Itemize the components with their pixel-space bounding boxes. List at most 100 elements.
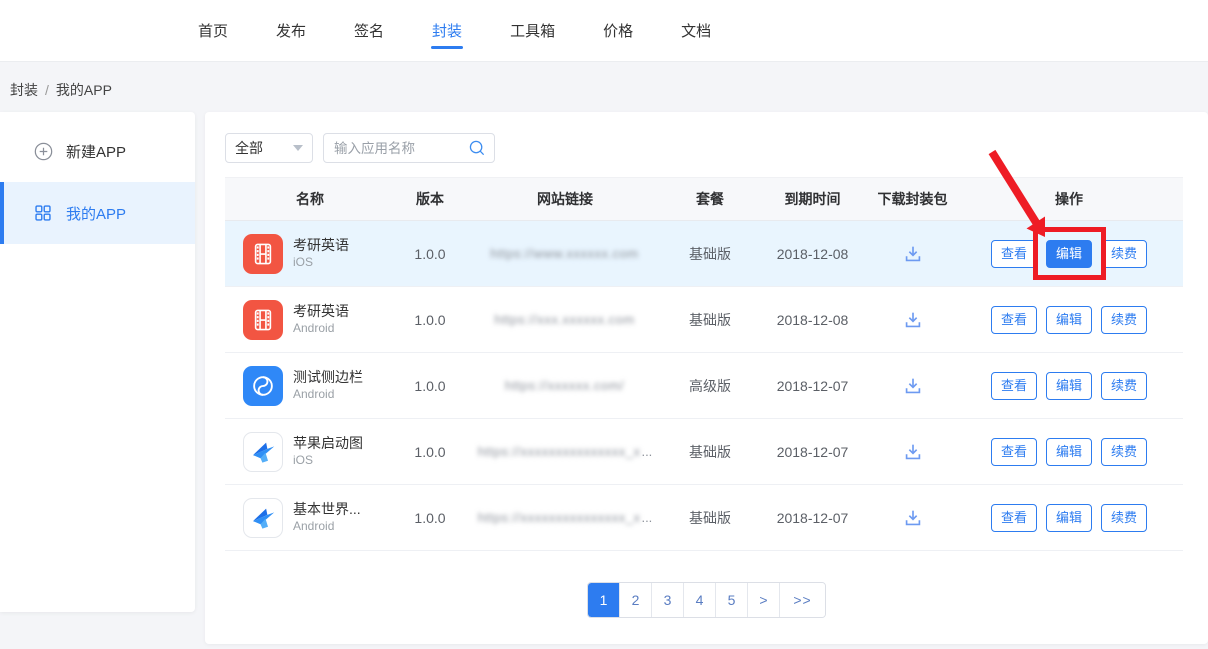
app-version: 1.0.0 xyxy=(395,312,465,328)
s-circle-icon xyxy=(243,366,283,406)
category-dropdown[interactable]: 全部 xyxy=(225,133,313,163)
category-dropdown-value: 全部 xyxy=(235,138,263,158)
app-link: https://xxxxxx.com/ xyxy=(465,378,665,393)
nav-item-package[interactable]: 封装 xyxy=(432,0,462,62)
app-link-blurred: https://xxxxxxxxxxxxxxx_x xyxy=(478,510,641,525)
view-button[interactable]: 查看 xyxy=(991,438,1037,466)
view-button[interactable]: 查看 xyxy=(991,240,1037,268)
view-button[interactable]: 查看 xyxy=(991,306,1037,334)
table-row: 基本世界... Android 1.0.0 https://xxxxxxxxxx… xyxy=(225,485,1183,551)
search-icon[interactable] xyxy=(468,139,486,157)
app-name: 苹果启动图 xyxy=(293,435,363,453)
app-platform: iOS xyxy=(293,453,363,468)
app-platform: iOS xyxy=(293,255,349,270)
app-expiry: 2018-12-07 xyxy=(755,444,870,460)
breadcrumb: 封装 / 我的APP xyxy=(10,80,112,100)
app-platform: Android xyxy=(293,321,349,336)
table-row: 测试侧边栏 Android 1.0.0 https://xxxxxx.com/ … xyxy=(225,353,1183,419)
col-actions: 操作 xyxy=(955,189,1183,209)
breadcrumb-separator: / xyxy=(45,82,49,98)
app-link: https://xxxxxxxxxxxxxxx_x... xyxy=(465,510,665,525)
sidebar-item-label: 新建APP xyxy=(66,141,126,162)
page-3[interactable]: 3 xyxy=(652,583,684,617)
renew-button[interactable]: 续费 xyxy=(1101,438,1147,466)
col-plan: 套餐 xyxy=(665,189,755,209)
renew-button[interactable]: 续费 xyxy=(1101,372,1147,400)
app-link-blurred: https://xxxxxx.com/ xyxy=(505,378,624,393)
app-version: 1.0.0 xyxy=(395,378,465,394)
app-link-blurred: https://www.xxxxxx.com xyxy=(490,246,638,261)
download-tray-icon[interactable] xyxy=(900,440,926,464)
download-tray-icon[interactable] xyxy=(900,374,926,398)
top-navigation: 首页 发布 签名 封装 工具箱 价格 文档 xyxy=(0,0,1208,62)
grid-icon xyxy=(33,203,53,223)
app-expiry: 2018-12-08 xyxy=(755,246,870,262)
app-version: 1.0.0 xyxy=(395,444,465,460)
app-link-suffix: ... xyxy=(641,510,652,525)
nav-item-signature[interactable]: 签名 xyxy=(354,0,384,62)
nav-item-toolbox[interactable]: 工具箱 xyxy=(510,0,555,62)
col-version: 版本 xyxy=(395,189,465,209)
app-version: 1.0.0 xyxy=(395,246,465,262)
page-4[interactable]: 4 xyxy=(684,583,716,617)
download-tray-icon[interactable] xyxy=(900,308,926,332)
col-link: 网站链接 xyxy=(465,189,665,209)
view-button[interactable]: 查看 xyxy=(991,372,1037,400)
renew-button[interactable]: 续费 xyxy=(1101,504,1147,532)
search-box xyxy=(323,133,495,163)
app-link-blurred: https://xxx.xxxxxx.com xyxy=(494,312,634,327)
app-version: 1.0.0 xyxy=(395,510,465,526)
edit-button[interactable]: 编辑 xyxy=(1046,438,1092,466)
renew-button[interactable]: 续费 xyxy=(1101,240,1147,268)
paper-bird-icon xyxy=(243,432,283,472)
sidebar-item-my-app[interactable]: 我的APP xyxy=(0,182,195,244)
app-plan: 基础版 xyxy=(665,508,755,528)
app-platform: Android xyxy=(293,387,363,402)
renew-button[interactable]: 续费 xyxy=(1101,306,1147,334)
download-tray-icon[interactable] xyxy=(900,242,926,266)
sidebar-item-label: 我的APP xyxy=(66,203,126,224)
sidebar: 新建APP 我的APP xyxy=(0,112,195,612)
nav-item-home[interactable]: 首页 xyxy=(198,0,228,62)
edit-button[interactable]: 编辑 xyxy=(1046,306,1092,334)
page-5[interactable]: 5 xyxy=(716,583,748,617)
table-row: 苹果启动图 iOS 1.0.0 https://xxxxxxxxxxxxxxx_… xyxy=(225,419,1183,485)
last-page-button[interactable]: >> xyxy=(780,583,825,617)
page-1[interactable]: 1 xyxy=(588,583,620,617)
app-link-suffix: ... xyxy=(641,444,652,459)
app-name: 考研英语 xyxy=(293,303,349,321)
page-2[interactable]: 2 xyxy=(620,583,652,617)
app-table: 名称 版本 网站链接 套餐 到期时间 下载封装包 操作 考研英语 iOS 1.0… xyxy=(225,177,1183,551)
download-tray-icon[interactable] xyxy=(900,506,926,530)
app-platform: Android xyxy=(293,519,361,534)
edit-button[interactable]: 编辑 xyxy=(1046,372,1092,400)
breadcrumb-my-app: 我的APP xyxy=(56,82,112,98)
app-name: 基本世界... xyxy=(293,501,361,519)
search-input[interactable] xyxy=(334,141,468,156)
plus-circle-icon xyxy=(33,141,53,161)
nav-item-docs[interactable]: 文档 xyxy=(681,0,711,62)
nav-item-price[interactable]: 价格 xyxy=(603,0,633,62)
film-icon xyxy=(243,300,283,340)
view-button[interactable]: 查看 xyxy=(991,504,1037,532)
next-page-button[interactable]: > xyxy=(748,583,780,617)
app-expiry: 2018-12-07 xyxy=(755,378,870,394)
sidebar-item-new-app[interactable]: 新建APP xyxy=(0,120,195,182)
app-name: 测试侧边栏 xyxy=(293,369,363,387)
app-plan: 高级版 xyxy=(665,376,755,396)
app-plan: 基础版 xyxy=(665,310,755,330)
main-panel: 全部 名称 版本 网站链接 套餐 到期时间 下载封装包 操作 xyxy=(205,112,1208,644)
filter-bar: 全部 xyxy=(225,133,495,163)
app-link: https://xxxxxxxxxxxxxxx_x... xyxy=(465,444,665,459)
col-name: 名称 xyxy=(225,189,395,209)
app-link: https://www.xxxxxx.com xyxy=(465,246,665,261)
breadcrumb-package[interactable]: 封装 xyxy=(10,82,38,98)
nav-item-publish[interactable]: 发布 xyxy=(276,0,306,62)
paper-bird-icon xyxy=(243,498,283,538)
edit-button[interactable]: 编辑 xyxy=(1046,504,1092,532)
app-plan: 基础版 xyxy=(665,442,755,462)
app-name: 考研英语 xyxy=(293,237,349,255)
app-plan: 基础版 xyxy=(665,244,755,264)
table-row: 考研英语 Android 1.0.0 https://xxx.xxxxxx.co… xyxy=(225,287,1183,353)
edit-button[interactable]: 编辑 xyxy=(1046,240,1092,268)
